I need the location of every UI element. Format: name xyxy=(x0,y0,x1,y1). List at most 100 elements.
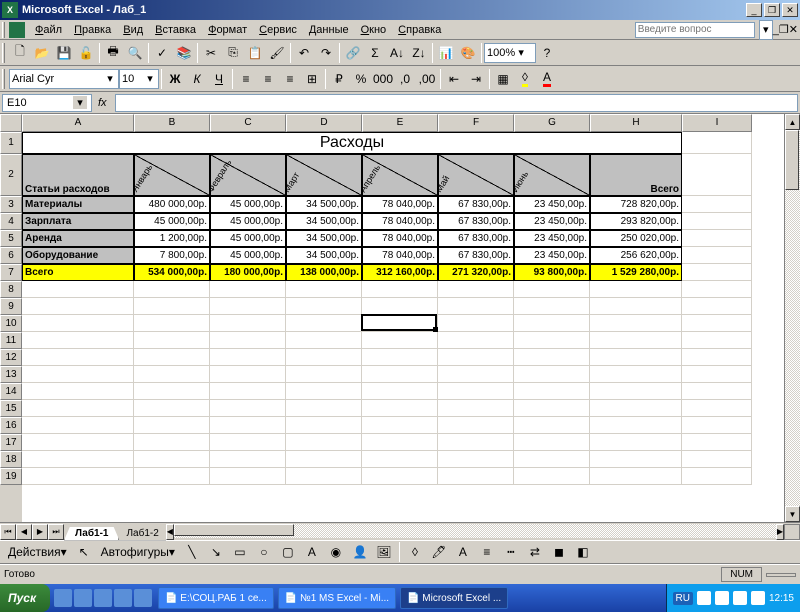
cell-E19[interactable] xyxy=(362,468,438,485)
cell-F13[interactable] xyxy=(438,366,514,383)
cell-D19[interactable] xyxy=(286,468,362,485)
format-painter-icon[interactable]: 🖌 xyxy=(266,42,288,64)
row-head-14[interactable]: 14 xyxy=(0,383,22,400)
row-head-5[interactable]: 5 xyxy=(0,230,22,247)
cell-C15[interactable] xyxy=(210,400,286,417)
cell-D9[interactable] xyxy=(286,298,362,315)
menu-Сервис[interactable]: Сервис xyxy=(253,22,303,38)
underline-icon[interactable]: Ч xyxy=(208,68,230,90)
cell-I10[interactable] xyxy=(682,315,752,332)
row-head-4[interactable]: 4 xyxy=(0,213,22,230)
row-head-19[interactable]: 19 xyxy=(0,468,22,485)
cell-F14[interactable] xyxy=(438,383,514,400)
cell-E9[interactable] xyxy=(362,298,438,315)
paste-icon[interactable]: 📋 xyxy=(244,42,266,64)
cell-B14[interactable] xyxy=(134,383,210,400)
cell-B15[interactable] xyxy=(134,400,210,417)
line-color-icon[interactable]: 🖊 xyxy=(428,541,450,563)
taskbar-task[interactable]: 📄 E:\СОЦ.РАБ 1 се... xyxy=(158,587,274,609)
actions-menu[interactable]: Действия ▾ xyxy=(4,541,71,563)
cell-D12[interactable] xyxy=(286,349,362,366)
cell-D15[interactable] xyxy=(286,400,362,417)
cell-A11[interactable] xyxy=(22,332,134,349)
cell-A18[interactable] xyxy=(22,451,134,468)
cell-B13[interactable] xyxy=(134,366,210,383)
print-preview-icon[interactable]: 🔍 xyxy=(124,42,146,64)
font-size-combo[interactable]: 10▾ xyxy=(119,69,159,89)
decrease-indent-icon[interactable]: ⇤ xyxy=(443,68,465,90)
cell-B16[interactable] xyxy=(134,417,210,434)
cell-H10[interactable] xyxy=(590,315,682,332)
row-head-1[interactable]: 1 xyxy=(0,132,22,154)
cell-E17[interactable] xyxy=(362,434,438,451)
scroll-up-button[interactable]: ▲ xyxy=(785,114,800,130)
horizontal-scrollbar[interactable]: ◀ ▶ xyxy=(166,524,784,540)
cell-I7[interactable] xyxy=(682,264,752,281)
percent-icon[interactable]: % xyxy=(350,68,372,90)
cell-G16[interactable] xyxy=(514,417,590,434)
cell-F12[interactable] xyxy=(438,349,514,366)
cell-D18[interactable] xyxy=(286,451,362,468)
cell-I5[interactable] xyxy=(682,230,752,247)
cell-F18[interactable] xyxy=(438,451,514,468)
col-head-A[interactable]: A xyxy=(22,114,134,132)
cell-F8[interactable] xyxy=(438,281,514,298)
cell-F19[interactable] xyxy=(438,468,514,485)
cell-E11[interactable] xyxy=(362,332,438,349)
cell-E18[interactable] xyxy=(362,451,438,468)
save-icon[interactable]: 💾 xyxy=(53,42,75,64)
quick-launch-icon[interactable] xyxy=(134,589,152,607)
arrow-icon[interactable]: ↘ xyxy=(205,541,227,563)
cell-E16[interactable] xyxy=(362,417,438,434)
lang-indicator[interactable]: RU xyxy=(673,592,693,605)
cell-A10[interactable] xyxy=(22,315,134,332)
close-button[interactable]: ✕ xyxy=(782,3,798,17)
cell-A8[interactable] xyxy=(22,281,134,298)
cell-F16[interactable] xyxy=(438,417,514,434)
comma-icon[interactable]: 000 xyxy=(372,68,394,90)
col-head-C[interactable]: C xyxy=(210,114,286,132)
row-head-3[interactable]: 3 xyxy=(0,196,22,213)
font-combo[interactable]: Arial Cyr▾ xyxy=(9,69,119,89)
doc-restore-button[interactable]: ❐ xyxy=(779,23,789,36)
col-head-G[interactable]: G xyxy=(514,114,590,132)
wordart-icon[interactable]: A xyxy=(301,541,323,563)
copy-icon[interactable]: ⎘ xyxy=(222,42,244,64)
decrease-decimal-icon[interactable]: ,00 xyxy=(416,68,438,90)
cell-A16[interactable] xyxy=(22,417,134,434)
row-head-9[interactable]: 9 xyxy=(0,298,22,315)
fx-button[interactable]: fx xyxy=(94,97,111,109)
menu-Справка[interactable]: Справка xyxy=(392,22,447,38)
cell-I16[interactable] xyxy=(682,417,752,434)
line-style-icon[interactable]: ≡ xyxy=(476,541,498,563)
cell-I1[interactable] xyxy=(682,132,752,154)
start-button[interactable]: Пуск xyxy=(0,584,50,612)
cell-D8[interactable] xyxy=(286,281,362,298)
cell-G11[interactable] xyxy=(514,332,590,349)
cell-A17[interactable] xyxy=(22,434,134,451)
cell-D17[interactable] xyxy=(286,434,362,451)
cell-I3[interactable] xyxy=(682,196,752,213)
cell-G12[interactable] xyxy=(514,349,590,366)
borders-icon[interactable]: ▦ xyxy=(492,68,514,90)
cell-A15[interactable] xyxy=(22,400,134,417)
col-head-I[interactable]: I xyxy=(682,114,752,132)
restore-button[interactable]: ❐ xyxy=(764,3,780,17)
col-head-B[interactable]: B xyxy=(134,114,210,132)
sort-desc-icon[interactable]: Z↓ xyxy=(408,42,430,64)
scroll-right-button[interactable]: ▶ xyxy=(776,524,784,540)
dash-style-icon[interactable]: ┅ xyxy=(500,541,522,563)
cell-B9[interactable] xyxy=(134,298,210,315)
quick-launch-icon[interactable] xyxy=(74,589,92,607)
cell-C18[interactable] xyxy=(210,451,286,468)
increase-indent-icon[interactable]: ⇥ xyxy=(465,68,487,90)
cell-H11[interactable] xyxy=(590,332,682,349)
cell-C16[interactable] xyxy=(210,417,286,434)
cell-A13[interactable] xyxy=(22,366,134,383)
cell-I11[interactable] xyxy=(682,332,752,349)
cell-F15[interactable] xyxy=(438,400,514,417)
cell-C9[interactable] xyxy=(210,298,286,315)
cell-I19[interactable] xyxy=(682,468,752,485)
diagram-icon[interactable]: ◉ xyxy=(325,541,347,563)
row-head-18[interactable]: 18 xyxy=(0,451,22,468)
